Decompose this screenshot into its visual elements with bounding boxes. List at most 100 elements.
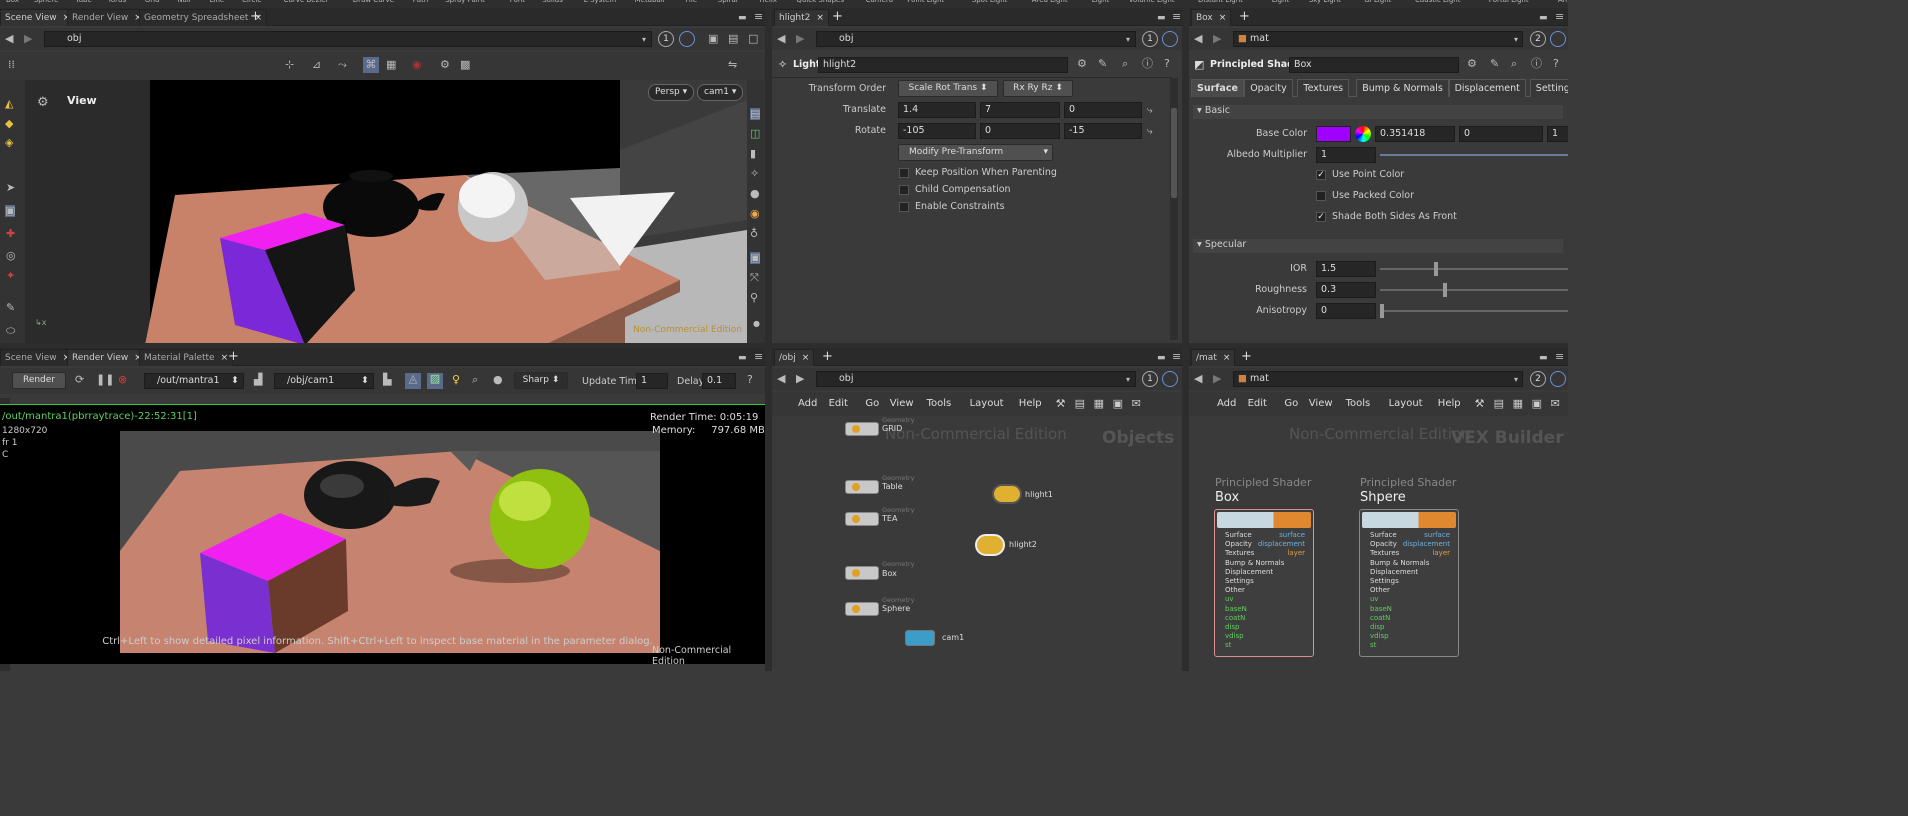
snap-point-icon[interactable]: ⊿: [312, 59, 321, 71]
shelf-tool-11[interactable]: Spray Paint: [445, 0, 485, 4]
subtab-surface[interactable]: Surface: [1191, 79, 1244, 97]
link-icon[interactable]: [1550, 31, 1566, 47]
tab-mat[interactable]: /mat ×: [1191, 349, 1236, 366]
translate-x[interactable]: 1.4: [898, 102, 976, 118]
shade-both-sides-checkbox[interactable]: ✓: [1316, 212, 1326, 222]
pin-badge[interactable]: 1: [1142, 31, 1158, 47]
vector-icon[interactable]: ⤧: [750, 272, 759, 284]
shelf-tool-1[interactable]: Sphere: [34, 0, 59, 4]
shader-attr[interactable]: disp: [1225, 623, 1239, 631]
pointer-icon[interactable]: ➤: [6, 182, 15, 194]
wrench-icon[interactable]: ⚒: [1056, 397, 1066, 410]
menu-help[interactable]: Help: [1019, 398, 1042, 409]
tab-hlight2[interactable]: hlight2 ×: [774, 9, 829, 26]
ghost-icon[interactable]: ◫: [750, 128, 760, 140]
tiles-icon[interactable]: ▣: [1532, 397, 1542, 410]
maximize-icon[interactable]: ▬: [1157, 352, 1166, 364]
shelf-tool-20[interactable]: Camera: [866, 0, 893, 4]
back-icon[interactable]: ◀: [777, 33, 785, 45]
subtab-settings[interactable]: Settings: [1529, 79, 1568, 97]
shader-attr[interactable]: disp: [1370, 623, 1384, 631]
link-icon[interactable]: [1162, 31, 1178, 47]
tab-obj[interactable]: /obj ×: [774, 349, 815, 366]
basic-section[interactable]: ▾ Basic: [1193, 105, 1563, 119]
pin-badge[interactable]: 2: [1530, 31, 1546, 47]
base-color-b[interactable]: 1: [1547, 126, 1568, 142]
help-icon[interactable]: ?: [747, 374, 753, 386]
cam1-node[interactable]: [905, 630, 935, 646]
specular-section[interactable]: ▾ Specular: [1193, 239, 1563, 253]
shader-output[interactable]: displacement: [1403, 540, 1450, 548]
camera-icon[interactable]: ▣: [708, 33, 718, 45]
node-name-field[interactable]: hlight2: [818, 57, 1068, 73]
view-icon[interactable]: ◎: [6, 250, 16, 262]
path-field[interactable]: ■ mat: [1233, 371, 1523, 387]
shelf-grid-icon[interactable]: ▩: [460, 59, 470, 71]
tab-box[interactable]: Box ×: [1191, 9, 1232, 26]
subtab-opacity[interactable]: Opacity: [1244, 79, 1293, 97]
grid-icon[interactable]: ▦: [1094, 397, 1104, 410]
shader-input[interactable]: Other: [1370, 586, 1390, 594]
shelf-tool-22[interactable]: Spot Light: [972, 0, 1008, 4]
menu-view[interactable]: View: [890, 398, 914, 409]
tab-geometry-spreadsheet[interactable]: Geometry Spreadsheet ×: [139, 9, 267, 26]
close-icon[interactable]: ×: [816, 13, 824, 23]
comment-icon[interactable]: ✉: [1551, 397, 1560, 410]
menu-icon[interactable]: ≡: [1555, 11, 1564, 23]
pin-badge[interactable]: 1: [658, 31, 674, 47]
comment-icon[interactable]: ✉: [1132, 397, 1141, 410]
shader-attr[interactable]: baseN: [1225, 605, 1247, 613]
delay-field[interactable]: 0.1: [702, 373, 736, 389]
back-icon[interactable]: ◀: [1194, 373, 1202, 385]
shader-input[interactable]: Settings: [1225, 577, 1254, 585]
preview-icon[interactable]: ▨: [427, 373, 443, 389]
shader-attr[interactable]: baseN: [1370, 605, 1392, 613]
square-icon[interactable]: □: [748, 33, 758, 45]
shelf-tool-32[interactable]: Ambient Light: [1558, 0, 1568, 4]
info-icon[interactable]: ⓘ: [1142, 58, 1153, 70]
add-tab-icon[interactable]: +: [832, 10, 843, 23]
camera-reel-icon[interactable]: ⚙: [440, 59, 450, 71]
mat-network-canvas[interactable]: Non-Commercial Edition VEX Builder Princ…: [1189, 416, 1568, 671]
bulb-icon[interactable]: ◉: [750, 208, 760, 220]
shelf-tool-5[interactable]: Null: [177, 0, 191, 4]
tab-scene-view[interactable]: Scene View×: [0, 9, 76, 26]
hlight1-node[interactable]: [992, 484, 1022, 504]
menu-edit[interactable]: Edit: [1248, 398, 1267, 409]
search-icon[interactable]: ⌕: [1122, 58, 1128, 70]
base-color-swatch[interactable]: [1316, 126, 1351, 142]
shelf-tool-26[interactable]: Distant Light: [1198, 0, 1243, 4]
shader-output[interactable]: layer: [1432, 549, 1450, 557]
ior-field[interactable]: 1.5: [1316, 261, 1376, 277]
node-name-field[interactable]: Box: [1289, 57, 1459, 73]
shader-input[interactable]: Surface: [1370, 531, 1397, 539]
close-icon[interactable]: ×: [1223, 353, 1231, 363]
chevron-down-icon[interactable]: ▾: [1514, 34, 1518, 46]
keep-position-checkbox[interactable]: [899, 168, 909, 178]
shelf-tool-29[interactable]: GI Light: [1364, 0, 1391, 4]
subtab-displacement[interactable]: Displacement: [1448, 79, 1526, 97]
refresh-icon[interactable]: ⟳: [75, 374, 84, 386]
info-icon[interactable]: ⓘ: [1531, 58, 1542, 70]
sphere-node[interactable]: [845, 602, 879, 616]
link-icon[interactable]: [1162, 371, 1178, 387]
snap-icon[interactable]: ⊹: [285, 59, 294, 71]
rotate-z[interactable]: -15: [1064, 123, 1142, 139]
shader-input[interactable]: Settings: [1370, 577, 1399, 585]
maximize-icon[interactable]: ▬: [738, 352, 747, 364]
shader-attr[interactable]: vdisp: [1370, 632, 1389, 640]
link-icon[interactable]: [679, 31, 695, 47]
shader-output[interactable]: displacement: [1258, 540, 1305, 548]
menu-icon[interactable]: ≡: [1172, 351, 1181, 363]
shelf-tool-9[interactable]: Draw Curve: [353, 0, 394, 4]
shader-input[interactable]: Opacity: [1370, 540, 1397, 548]
link-icon[interactable]: [1550, 371, 1566, 387]
translate-y[interactable]: 7: [980, 102, 1060, 118]
albedo-slider[interactable]: [1380, 154, 1568, 156]
tea-node[interactable]: [845, 512, 879, 526]
camera-menu[interactable]: cam1 ▾: [697, 84, 744, 101]
image-icon[interactable]: ▤: [728, 33, 738, 45]
menu-icon[interactable]: ≡: [1172, 11, 1181, 23]
settings-icon[interactable]: ⇋: [728, 59, 737, 71]
tab-render-view[interactable]: Render View×: [67, 9, 147, 26]
